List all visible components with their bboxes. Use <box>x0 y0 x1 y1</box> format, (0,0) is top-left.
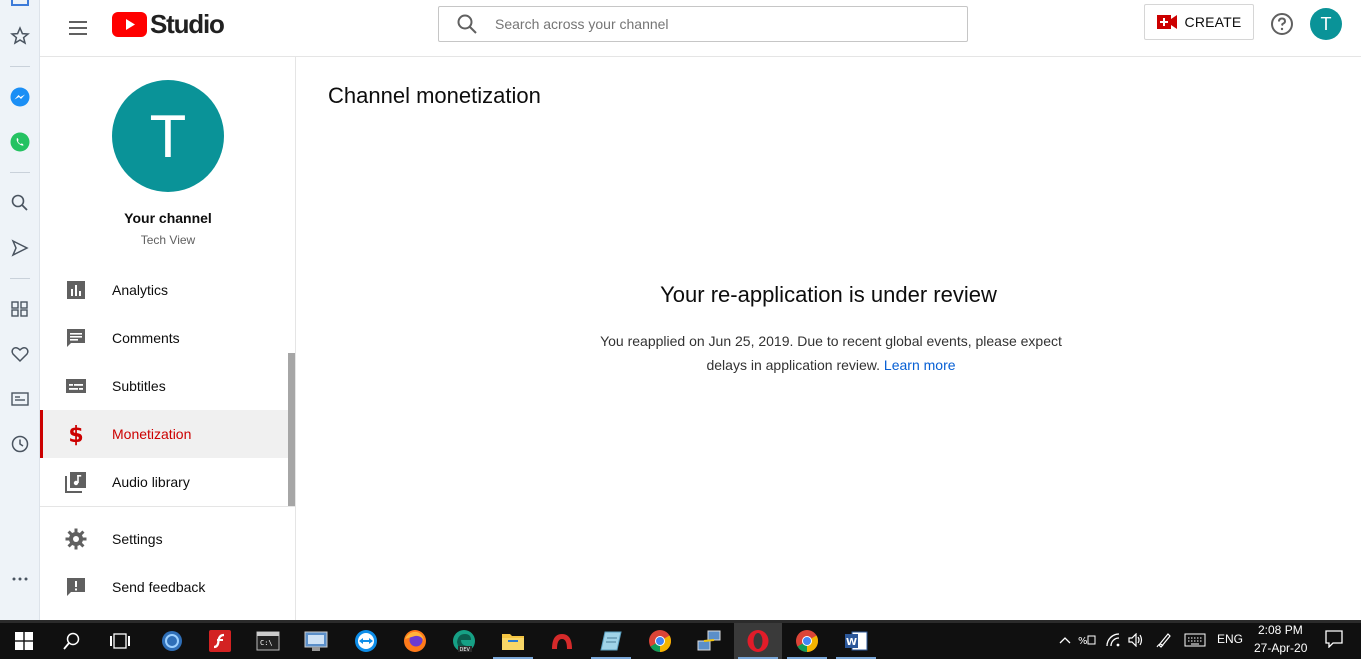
gear-icon <box>65 528 87 550</box>
nav-item-monetization[interactable]: $ Monetization <box>40 410 288 458</box>
channel-title: Your channel <box>124 210 212 226</box>
firefox-icon[interactable] <box>391 623 439 659</box>
edge-dev-icon[interactable]: DEV <box>440 623 488 659</box>
search-icon <box>457 14 477 34</box>
flash-player-icon[interactable] <box>196 623 244 659</box>
windows-taskbar: C:\ DEV W % ENG 2:08 PM 27-Apr-20 <box>0 620 1361 659</box>
dollar-icon: $ <box>68 423 83 446</box>
control-panel-icon[interactable] <box>292 623 340 659</box>
chrome-icon[interactable] <box>636 623 684 659</box>
task-view-icon[interactable] <box>96 623 144 659</box>
create-button[interactable]: CREATE <box>1144 4 1254 40</box>
app-globe-icon[interactable] <box>148 623 196 659</box>
command-prompt-icon[interactable]: C:\ <box>244 623 292 659</box>
comments-icon <box>67 329 85 347</box>
teamviewer-icon[interactable] <box>342 623 390 659</box>
top-bar: Studio CREATE T <box>40 0 1361 57</box>
messenger-icon[interactable] <box>8 85 32 109</box>
clock-time[interactable]: 2:08 PM <box>1258 623 1303 637</box>
nav-item-audio-library[interactable]: Audio library <box>40 458 288 506</box>
news-icon[interactable] <box>8 387 32 411</box>
video-camera-plus-icon <box>1156 15 1177 29</box>
nav-label: Send feedback <box>112 579 206 595</box>
heart-icon[interactable] <box>8 342 32 366</box>
account-avatar[interactable]: T <box>1310 8 1342 40</box>
speed-dial-icon[interactable] <box>8 24 32 48</box>
review-status-title: Your re-application is under review <box>660 282 997 307</box>
nav-item-send-feedback[interactable]: Send feedback <box>40 563 288 611</box>
speaker-icon[interactable] <box>1127 632 1145 648</box>
svg-text:DEV: DEV <box>460 647 471 653</box>
logo-text: Studio <box>150 9 225 39</box>
svg-text:W: W <box>846 637 857 648</box>
svg-text:%: % <box>1078 636 1088 647</box>
app-notepad-icon[interactable] <box>587 623 635 659</box>
more-icon[interactable] <box>8 567 32 591</box>
nav-label: Comments <box>112 330 180 346</box>
subtitles-icon <box>66 379 86 393</box>
studio-logo[interactable]: Studio <box>112 9 225 39</box>
wifi-icon[interactable] <box>1104 632 1122 648</box>
search-tab-icon[interactable] <box>8 191 32 215</box>
search-input[interactable] <box>495 16 935 32</box>
audio-library-icon <box>65 472 86 493</box>
nav-item-settings[interactable]: Settings <box>40 515 288 563</box>
nav-label: Analytics <box>112 282 169 298</box>
main-content: Channel monetization Your re-application… <box>296 57 1361 620</box>
review-status-message: You reapplied on Jun 25, 2019. Due to re… <box>596 329 1066 377</box>
network-app-icon[interactable] <box>685 623 733 659</box>
ime-icon[interactable]: % <box>1078 632 1096 648</box>
word-icon[interactable]: W <box>832 623 880 659</box>
nav-label: Audio library <box>112 474 190 490</box>
app-red-arc-icon[interactable] <box>538 623 586 659</box>
language-indicator[interactable]: ENG <box>1217 632 1243 646</box>
nav-label: Settings <box>112 531 163 547</box>
chevron-up-icon[interactable] <box>1056 632 1074 648</box>
browser-sidebar <box>0 0 40 620</box>
notifications-icon[interactable] <box>1324 630 1344 648</box>
search-box[interactable] <box>438 6 968 42</box>
nav-divider <box>40 506 295 507</box>
chrome-icon-2[interactable] <box>783 623 831 659</box>
create-label: CREATE <box>1184 14 1242 30</box>
hamburger-menu-icon[interactable] <box>62 12 94 44</box>
feedback-icon <box>67 578 85 596</box>
clock-date[interactable]: 27-Apr-20 <box>1254 641 1307 655</box>
review-message-text: You reapplied on Jun 25, 2019. Due to re… <box>600 333 1062 373</box>
file-explorer-icon[interactable] <box>489 623 537 659</box>
channel-name: Tech View <box>140 233 196 247</box>
whatsapp-icon[interactable] <box>8 130 32 154</box>
page-title: Channel monetization <box>328 83 541 108</box>
workspaces-icon[interactable] <box>8 297 32 321</box>
left-nav: T Your channel Tech View Analytics Comme… <box>40 57 296 620</box>
browser-tab-indicator-icon[interactable] <box>8 0 32 14</box>
channel-avatar[interactable]: T <box>112 80 224 192</box>
touch-keyboard-icon[interactable] <box>1184 632 1206 648</box>
nav-label: Subtitles <box>112 378 166 394</box>
history-icon[interactable] <box>8 432 32 456</box>
pen-icon[interactable] <box>1155 632 1173 648</box>
help-icon[interactable] <box>1270 12 1294 36</box>
youtube-play-icon <box>112 11 147 37</box>
svg-text:$: $ <box>68 423 83 446</box>
nav-item-analytics[interactable]: Analytics <box>40 266 288 314</box>
nav-scrollbar[interactable] <box>288 353 295 506</box>
nav-item-comments[interactable]: Comments <box>40 314 288 362</box>
analytics-icon <box>67 281 85 299</box>
windows-start-icon[interactable] <box>0 623 48 659</box>
learn-more-link[interactable]: Learn more <box>884 357 956 373</box>
taskbar-search-icon[interactable] <box>48 623 96 659</box>
nav-label: Monetization <box>112 426 192 442</box>
nav-item-subtitles[interactable]: Subtitles <box>40 362 288 410</box>
svg-text:C:\: C:\ <box>260 639 273 647</box>
flow-icon[interactable] <box>8 236 32 260</box>
opera-icon[interactable] <box>734 623 782 659</box>
